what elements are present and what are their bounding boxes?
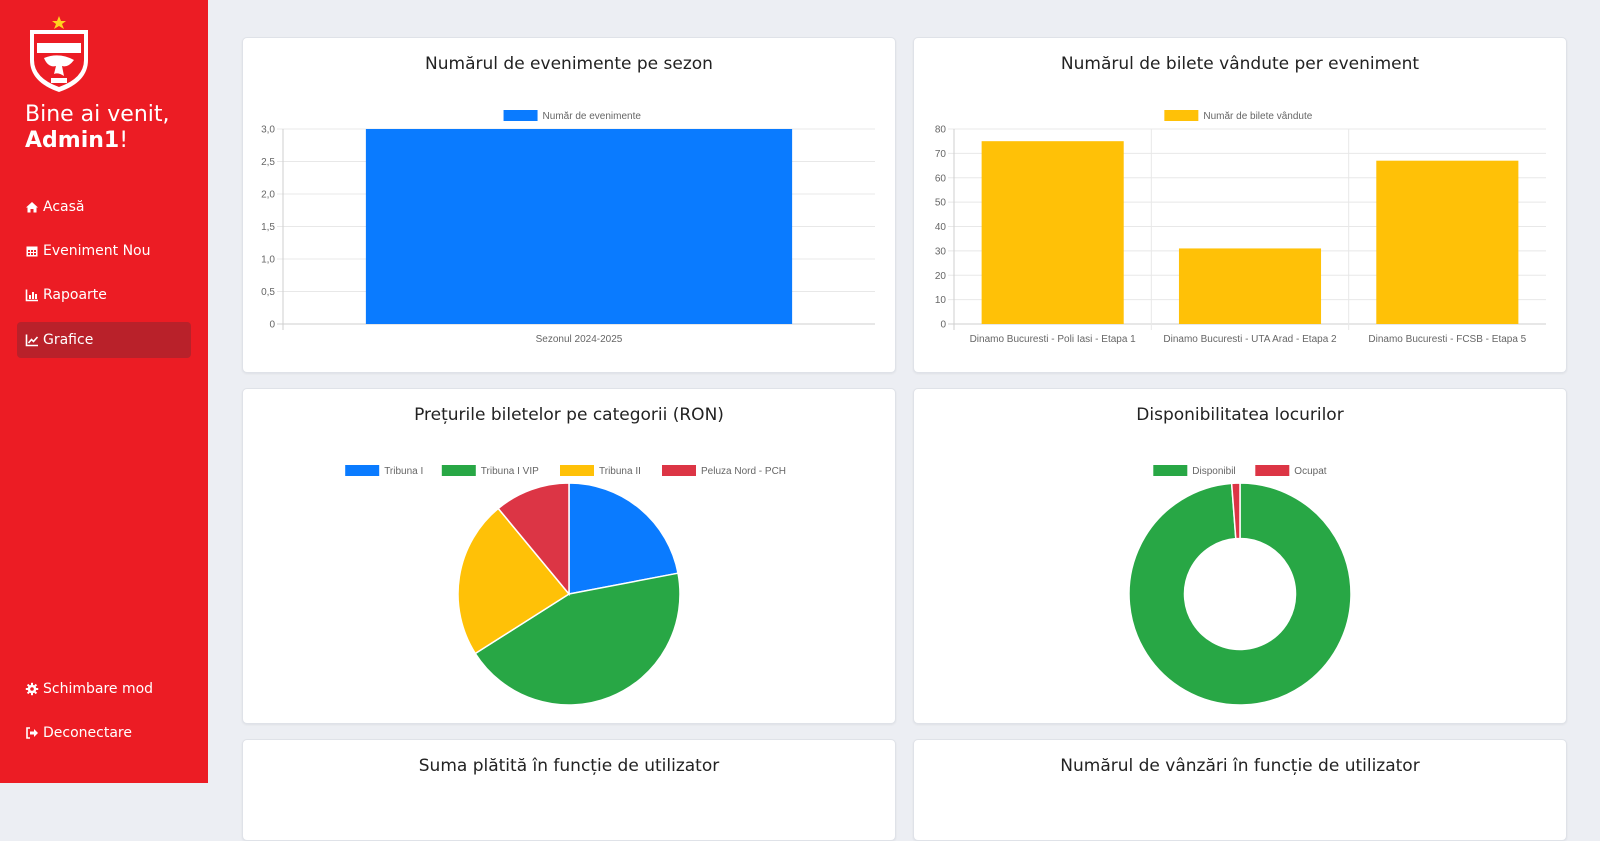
legend-swatch xyxy=(1153,465,1188,476)
legend-label: Număr de bilete vândute xyxy=(1203,111,1312,122)
nav-item-label: Grafice xyxy=(43,332,94,348)
nav-item-eveniment-nou[interactable]: Eveniment Nou xyxy=(17,233,191,269)
nav-item-schimbare-mod[interactable]: Schimbare mod xyxy=(17,671,191,707)
legend-label: Disponibil xyxy=(1192,466,1235,477)
nav-item-label: Schimbare mod xyxy=(43,681,154,697)
gear-icon xyxy=(25,682,39,696)
legend-swatch xyxy=(662,465,696,476)
x-tick-label: Sezonul 2024-2025 xyxy=(536,334,623,345)
seat-availability-chart: Disponibil Ocupat xyxy=(1128,465,1352,706)
bar xyxy=(981,141,1124,324)
y-tick-label: 70 xyxy=(935,149,947,160)
calendar-icon xyxy=(25,244,39,258)
sidebar: Bine ai venit, Admin1! Acasă Eveniment N… xyxy=(0,0,208,783)
legend-label: Peluza Nord - PCH xyxy=(701,466,786,477)
line-chart-icon xyxy=(25,333,39,347)
bar-chart-icon xyxy=(25,288,39,302)
x-tick-label: Dinamo Bucuresti - FCSB - Etapa 5 xyxy=(1368,334,1526,345)
bar xyxy=(365,129,793,324)
legend-label: Ocupat xyxy=(1294,466,1326,477)
bar xyxy=(1178,248,1322,324)
chart-card-tickets-per-event: Numărul de bilete vândute per eveniment … xyxy=(913,37,1567,373)
legend-swatch xyxy=(1164,110,1199,121)
sign-out-icon xyxy=(25,726,39,740)
y-tick-label: 50 xyxy=(935,198,947,209)
y-tick-label: 20 xyxy=(935,271,947,282)
y-tick-label: 2,5 xyxy=(261,157,275,168)
welcome-suffix: ! xyxy=(119,128,129,153)
chart-card-amount-paid-per-user: Suma plătită în funcție de utilizator xyxy=(242,739,896,841)
nav-item-rapoarte[interactable]: Rapoarte xyxy=(17,277,191,313)
dinamo-crest-icon[interactable] xyxy=(24,16,94,94)
y-tick-label: 40 xyxy=(935,222,947,233)
nav-item-deconectare[interactable]: Deconectare xyxy=(17,715,191,751)
legend-label: Tribuna I VIP xyxy=(481,466,539,477)
nav-item-label: Rapoarte xyxy=(43,287,107,303)
nav-item-grafice[interactable]: Grafice xyxy=(17,322,191,358)
ticket-prices-chart: Tribuna I Tribuna I VIP Tribuna II Peluza N… xyxy=(345,465,786,706)
legend-label: Tribuna II xyxy=(599,466,641,477)
chart-card-events-per-season: Numărul de evenimente pe sezon Număr de … xyxy=(242,37,896,373)
y-tick-label: 80 xyxy=(935,125,947,136)
y-tick-label: 3,0 xyxy=(261,125,275,136)
legend-swatch xyxy=(1255,465,1290,476)
nav-item-label: Acasă xyxy=(43,199,85,215)
chart-card-sales-per-user: Numărul de vânzări în funcție de utiliza… xyxy=(913,739,1567,841)
y-tick-label: 1,0 xyxy=(261,255,275,266)
chart-card-ticket-prices: Prețurile biletelor pe categorii (RON) T… xyxy=(242,388,896,724)
welcome-message: Bine ai venit, Admin1! xyxy=(25,102,205,154)
username: Admin1 xyxy=(25,128,120,153)
bar xyxy=(1376,160,1519,324)
y-tick-label: 0 xyxy=(940,320,946,331)
legend-label: Număr de evenimente xyxy=(543,111,642,122)
chart-title: Suma plătită în funcție de utilizator xyxy=(418,756,720,776)
legend-label: Tribuna I xyxy=(384,466,423,477)
y-tick-label: 1,5 xyxy=(261,222,275,233)
y-tick-label: 30 xyxy=(935,246,947,257)
events-per-season-chart: Număr de evenimente 0 0,5 1,0 1,5 2,0 2,5 3,0 Se… xyxy=(261,110,875,345)
chart-title: Numărul de vânzări în funcție de utiliza… xyxy=(1060,756,1420,776)
legend-swatch xyxy=(441,465,476,476)
legend-swatch xyxy=(560,465,594,476)
y-tick-label: 10 xyxy=(935,295,947,306)
y-tick-label: 0 xyxy=(269,320,275,331)
nav-item-label: Deconectare xyxy=(43,725,132,741)
x-tick-label: Dinamo Bucuresti - Poli Iasi - Etapa 1 xyxy=(970,334,1137,345)
welcome-prefix: Bine ai venit, xyxy=(25,102,170,127)
y-tick-label: 60 xyxy=(935,173,947,184)
y-tick-label: 2,0 xyxy=(261,190,275,201)
nav-item-label: Eveniment Nou xyxy=(43,243,151,259)
home-icon xyxy=(25,200,39,214)
nav-item-acasa[interactable]: Acasă xyxy=(17,189,191,225)
y-tick-label: 0,5 xyxy=(261,287,275,298)
tickets-per-event-chart: Număr de bilete vândute 0 10 20 30 40 50 60 70 80… xyxy=(935,110,1546,345)
x-tick-label: Dinamo Bucuresti - UTA Arad - Etapa 2 xyxy=(1163,334,1337,345)
chart-card-seat-availability: Disponibilitatea locurilor Disponibil Ocu… xyxy=(913,388,1567,724)
legend-swatch xyxy=(345,465,380,476)
legend-swatch xyxy=(503,110,538,121)
